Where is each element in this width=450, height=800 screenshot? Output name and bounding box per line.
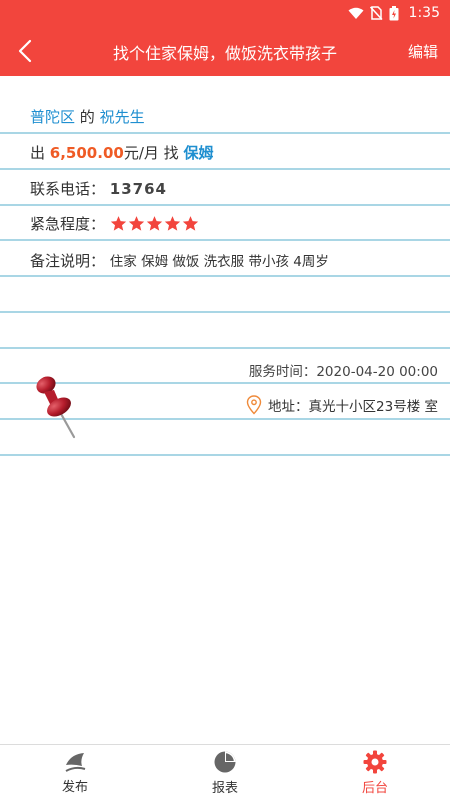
rule-line <box>0 275 450 277</box>
rule-line <box>0 132 450 134</box>
rule-line <box>0 454 450 456</box>
wifi-icon <box>348 7 364 19</box>
find-text: 找 <box>163 144 179 162</box>
urgency-label: 紧急程度： <box>30 215 106 233</box>
star-icon <box>182 216 198 231</box>
rule-line <box>0 168 450 170</box>
app-bar: 找个住家保姆，做饭洗衣带孩子 编辑 <box>0 26 450 76</box>
contact-name[interactable]: 祝先生 <box>100 108 145 126</box>
pie-chart-icon <box>214 751 236 772</box>
back-arrow-icon <box>18 39 32 63</box>
battery-icon <box>389 5 399 20</box>
gear-icon <box>363 750 387 773</box>
service-time-value: 2020-04-20 00:00 <box>316 364 438 380</box>
pay-prefix: 出 <box>30 144 46 162</box>
no-sim-icon <box>369 6 383 20</box>
salary-row: 出 6,500.00元/月 找 保姆 <box>30 142 430 163</box>
bottom-nav: 发布 报表 后台 <box>0 744 450 800</box>
push-pin-icon <box>36 376 76 439</box>
star-icon <box>110 216 126 231</box>
star-icon <box>164 216 180 231</box>
status-bar: 1:35 <box>0 0 450 26</box>
nav-label-publish: 发布 <box>61 779 88 795</box>
nav-label-admin: 后台 <box>361 780 388 796</box>
contact-row: 普陀区 的 祝先生 <box>30 106 430 127</box>
of-text: 的 <box>79 108 95 126</box>
address: 地址：真光十小区23号楼 室 <box>246 395 438 415</box>
urgency-stars <box>110 215 199 232</box>
salary-unit: 元/月 <box>123 144 159 162</box>
status-time: 1:35 <box>408 5 440 21</box>
status-icons: 1:35 <box>348 4 440 22</box>
publish-icon <box>65 752 86 772</box>
address-label: 地址： <box>268 399 309 415</box>
nav-label-report: 报表 <box>211 780 238 796</box>
note-row: 备注说明： 住家 保姆 做饭 洗衣服 带小孩 4周岁 <box>30 250 430 271</box>
note-label: 备注说明： <box>30 252 106 270</box>
edit-button[interactable]: 编辑 <box>408 41 438 62</box>
phone-row: 联系电话： 13764 <box>30 178 430 199</box>
note-value: 住家 保姆 做饭 洗衣服 带小孩 4周岁 <box>109 254 329 270</box>
back-button[interactable] <box>10 37 40 65</box>
district-link[interactable]: 普陀区 <box>30 108 75 126</box>
location-pin-icon <box>246 395 262 415</box>
rule-line <box>0 347 450 349</box>
service-time: 服务时间：2020-04-20 00:00 <box>249 360 438 380</box>
phone-value[interactable]: 13764 <box>110 180 167 198</box>
rule-line <box>0 311 450 313</box>
phone-label: 联系电话： <box>30 180 106 198</box>
service-time-label: 服务时间： <box>248 364 317 380</box>
star-icon <box>146 216 162 231</box>
nav-item-report[interactable]: 报表 <box>150 745 300 800</box>
rule-line <box>0 239 450 241</box>
rule-line <box>0 204 450 206</box>
urgency-row: 紧急程度： <box>30 213 430 234</box>
job-type: 保姆 <box>183 144 214 162</box>
address-suffix: 室 <box>424 399 439 415</box>
page-title: 找个住家保姆，做饭洗衣带孩子 <box>112 44 337 63</box>
salary-value: 6,500.00 <box>49 144 124 162</box>
nav-item-publish[interactable]: 发布 <box>0 745 150 800</box>
address-value: 真光十小区23号楼 <box>308 399 421 415</box>
star-icon <box>128 216 144 231</box>
nav-item-admin[interactable]: 后台 <box>300 745 450 800</box>
